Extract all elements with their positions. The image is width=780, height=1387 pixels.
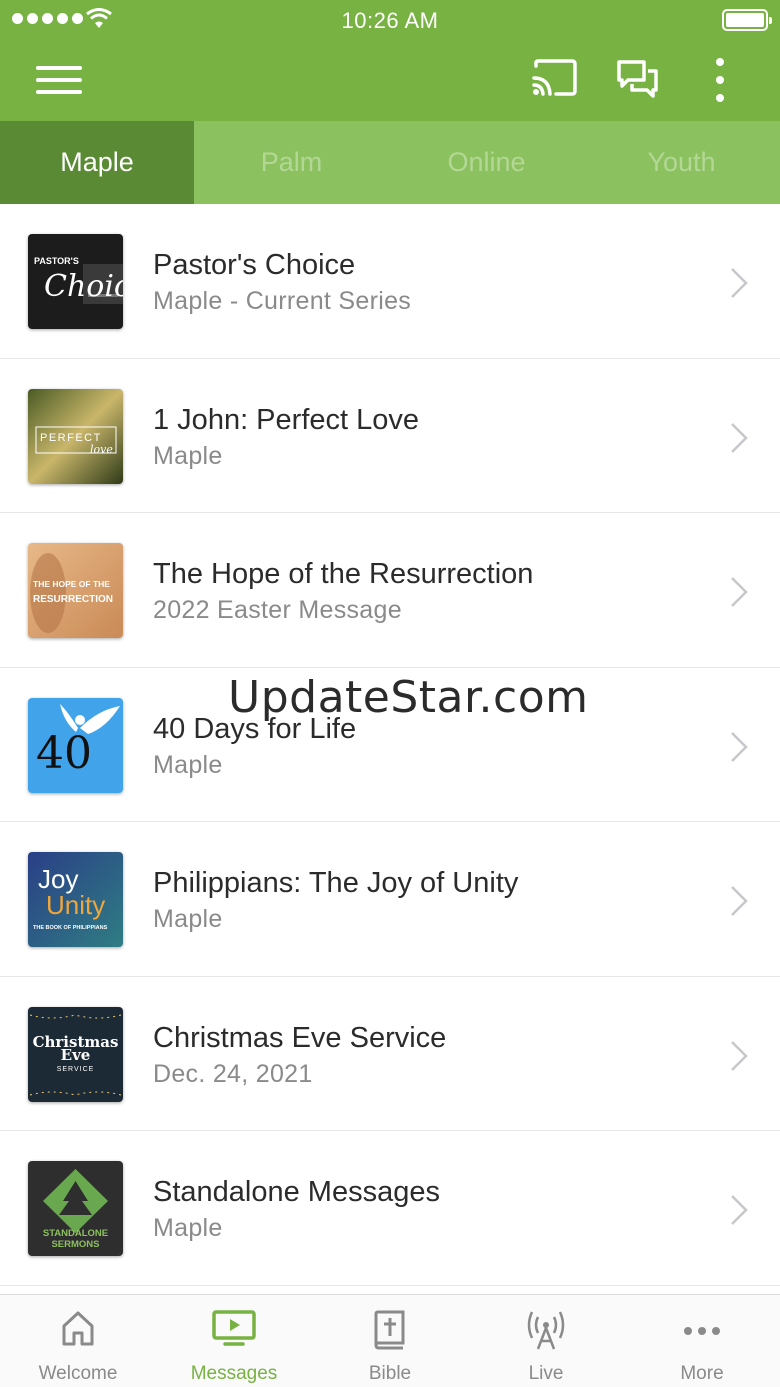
- nav-messages[interactable]: Messages: [156, 1295, 312, 1387]
- chat-icon: [617, 60, 658, 98]
- list-item[interactable]: THE HOPE OF THE RESURRECTION The Hope of…: [0, 513, 780, 668]
- series-subtitle: Maple: [153, 441, 223, 470]
- tab-youth[interactable]: Youth: [584, 121, 779, 204]
- series-subtitle: Maple: [153, 750, 223, 779]
- chevron-right-icon: [731, 422, 748, 453]
- series-list: PASTOR'S Choice Pastor's Choice Maple - …: [0, 204, 780, 1286]
- chevron-right-icon: [731, 886, 748, 916]
- thumb-line2: SERMONS: [51, 1239, 99, 1250]
- chevron-right-icon: [731, 268, 748, 298]
- status-time: 10:26 AM: [341, 8, 439, 33]
- thumb-line1: STANDALONE: [43, 1228, 108, 1239]
- more-vertical-icon: [716, 58, 724, 66]
- nav-label: Bible: [368, 1363, 412, 1384]
- series-thumbnail: 40: [28, 697, 123, 793]
- series-subtitle: Maple: [153, 1214, 223, 1242]
- nav-label: Welcome: [38, 1363, 118, 1384]
- nav-more[interactable]: More: [624, 1295, 780, 1387]
- thumb-line1: 40: [36, 728, 92, 779]
- menu-button[interactable]: [36, 60, 82, 100]
- series-thumbnail: THE HOPE OF THE RESURRECTION: [28, 543, 123, 638]
- bible-icon: [374, 1310, 405, 1350]
- chevron-right-icon: [731, 577, 748, 607]
- broadcast-icon: [527, 1311, 565, 1350]
- cast-icon: [532, 59, 577, 96]
- series-subtitle: 2022 Easter Message: [153, 596, 402, 624]
- tab-maple[interactable]: Maple: [0, 121, 194, 204]
- nav-bible[interactable]: Bible: [312, 1295, 468, 1387]
- nav-label: Live: [528, 1363, 564, 1384]
- cast-button[interactable]: [530, 58, 578, 98]
- thumb-line2: Choice: [44, 269, 123, 304]
- tab-palm[interactable]: Palm: [194, 121, 389, 204]
- chat-button[interactable]: [614, 58, 660, 100]
- more-vertical-button[interactable]: [712, 58, 728, 102]
- series-subtitle: Maple - Current Series: [153, 287, 412, 315]
- nav-label: Messages: [190, 1363, 278, 1384]
- home-icon: [62, 1311, 94, 1346]
- series-subtitle: Maple: [153, 905, 223, 933]
- thumb-line1: THE HOPE OF THE: [33, 579, 110, 589]
- chevron-right-icon: [731, 1040, 748, 1071]
- series-thumbnail: PERFECT love: [28, 388, 123, 484]
- thumb-line2: Unity: [46, 890, 105, 920]
- series-thumbnail: Joy Unity THE BOOK OF PHILIPPIANS: [28, 852, 123, 947]
- list-item[interactable]: PERFECT love 1 John: Perfect Love Maple: [0, 358, 780, 513]
- thumb-line2: Eve: [61, 1046, 91, 1064]
- list-item[interactable]: Christmas Eve SERVICE Christmas Eve Serv…: [0, 976, 780, 1131]
- chevron-right-icon: [731, 1195, 748, 1225]
- thumb-line3: THE BOOK OF PHILIPPIANS: [33, 925, 108, 931]
- nav-label: More: [680, 1363, 724, 1384]
- more-horizontal-icon: [684, 1327, 720, 1335]
- thumb-line3: SERVICE: [57, 1066, 95, 1073]
- list-item[interactable]: STANDALONE SERMONS Standalone Messages M…: [0, 1131, 780, 1286]
- thumb-line2: RESURRECTION: [33, 594, 113, 605]
- tab-online[interactable]: Online: [389, 121, 584, 204]
- series-title: Pastor's Choice: [153, 249, 356, 281]
- nav-welcome[interactable]: Welcome: [0, 1295, 156, 1387]
- series-title: The Hope of the Resurrection: [153, 558, 534, 590]
- status-bar: 10:26 AM: [0, 0, 780, 40]
- menu-icon: [36, 66, 82, 70]
- nav-live[interactable]: Live: [468, 1295, 624, 1387]
- list-item[interactable]: Joy Unity THE BOOK OF PHILIPPIANS Philip…: [0, 822, 780, 977]
- series-title: Philippians: The Joy of Unity: [153, 867, 519, 899]
- list-item[interactable]: 40 40 Days for Life Maple: [0, 667, 780, 822]
- series-title: 40 Days for Life: [153, 712, 357, 745]
- tv-play-icon: [212, 1310, 256, 1346]
- series-title: Standalone Messages: [153, 1176, 440, 1208]
- bottom-nav: Welcome Messages Bible Live More: [0, 1294, 780, 1387]
- thumb-line1: PASTOR'S: [34, 256, 79, 266]
- series-title: Christmas Eve Service: [153, 1021, 447, 1054]
- chevron-right-icon: [731, 731, 748, 762]
- list-item[interactable]: PASTOR'S Choice Pastor's Choice Maple - …: [0, 204, 780, 359]
- app-bar: [0, 40, 780, 121]
- battery-icon: [722, 9, 772, 31]
- series-thumbnail: Christmas Eve SERVICE: [28, 1006, 123, 1102]
- series-thumbnail: PASTOR'S Choice: [28, 234, 123, 329]
- series-subtitle: Dec. 24, 2021: [153, 1059, 313, 1088]
- series-thumbnail: STANDALONE SERMONS: [28, 1161, 123, 1256]
- campus-tabs: Maple Palm Online Youth: [0, 121, 780, 204]
- thumb-line2: love: [90, 443, 113, 456]
- series-title: 1 John: Perfect Love: [153, 403, 419, 436]
